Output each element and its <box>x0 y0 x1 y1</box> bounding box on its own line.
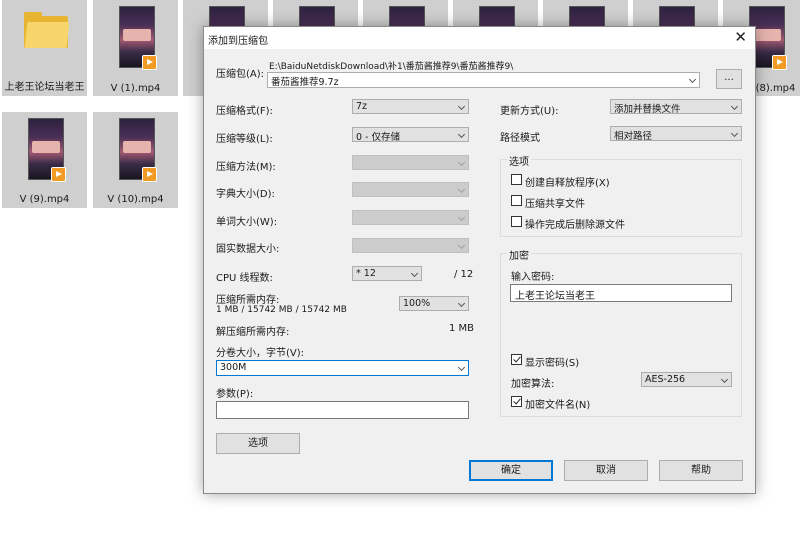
shared-checkbox[interactable] <box>511 195 522 206</box>
video-tile-1[interactable]: V (1).mp4 <box>93 0 178 96</box>
method-label: 压缩方法(M): <box>216 162 276 173</box>
level-value: 0 - 仅存储 <box>356 132 401 143</box>
options-group-title: 选项 <box>507 153 531 168</box>
split-label: 分卷大小，字节(V): <box>216 348 305 359</box>
format-value: 7z <box>356 101 368 112</box>
chevron-down-icon <box>457 299 466 308</box>
params-label: 参数(P): <box>216 389 254 400</box>
password-value: 上老王论坛当老王 <box>515 291 595 302</box>
video-label: V (9).mp4 <box>19 194 70 205</box>
play-icon <box>142 167 157 182</box>
format-select[interactable]: 7z <box>352 99 469 114</box>
encrypt-names-label: 加密文件名(N) <box>525 400 591 411</box>
help-button[interactable]: 帮助 <box>659 460 743 481</box>
play-icon <box>51 167 66 182</box>
delete-checkbox[interactable] <box>511 216 522 227</box>
dict-label: 字典大小(D): <box>216 189 275 200</box>
encrypt-names-checkbox[interactable] <box>511 396 522 407</box>
chevron-down-icon <box>730 102 739 111</box>
chevron-down-icon <box>730 129 739 138</box>
level-label: 压缩等级(L): <box>216 134 273 145</box>
password-label: 输入密码: <box>511 272 555 283</box>
cpu-select[interactable]: * 12 <box>352 266 422 281</box>
delete-label: 操作完成后删除源文件 <box>525 220 625 231</box>
shared-label: 压缩共享文件 <box>525 199 585 210</box>
chevron-down-icon <box>457 130 466 139</box>
archive-name-combo[interactable]: 番茄酱推荐9.7z <box>267 72 700 88</box>
ok-button[interactable]: 确定 <box>469 460 553 481</box>
show-password-checkbox[interactable] <box>511 354 522 365</box>
split-value: 300M <box>220 362 247 373</box>
archive-label: 压缩包(A): <box>216 69 265 80</box>
mem-percent-value: 100% <box>403 298 431 309</box>
mem-label: 压缩所需内存: <box>216 295 280 306</box>
video-label: V (1).mp4 <box>110 83 161 94</box>
sfx-label: 创建自释放程序(X) <box>525 178 610 189</box>
cancel-button[interactable]: 取消 <box>564 460 648 481</box>
archive-path: E:\BaiduNetdiskDownload\补1\番茄酱推荐9\番茄酱推荐9… <box>269 62 514 72</box>
add-to-archive-dialog: 添加到压缩包 ✕ 压缩包(A): E:\BaiduNetdiskDownload… <box>203 26 756 494</box>
word-label: 单词大小(W): <box>216 217 278 228</box>
pathmode-select[interactable]: 相对路径 <box>610 126 742 142</box>
cpu-label: CPU 线程数: <box>216 273 273 284</box>
chevron-down-icon <box>457 241 466 250</box>
close-icon[interactable]: ✕ <box>734 28 747 46</box>
cpu-value: * 12 <box>356 268 376 279</box>
archive-name-value: 番茄酱推荐9.7z <box>271 77 339 88</box>
chevron-down-icon <box>457 185 466 194</box>
play-icon <box>142 55 157 70</box>
enc-method-label: 加密算法: <box>511 379 555 390</box>
chevron-down-icon <box>457 213 466 222</box>
mem-detail: 1 MB / 15742 MB / 15742 MB <box>216 305 347 315</box>
password-input[interactable]: 上老王论坛当老王 <box>510 284 732 302</box>
chevron-down-icon <box>720 375 729 384</box>
solid-label: 固实数据大小: <box>216 244 280 255</box>
mem-percent-select[interactable]: 100% <box>399 296 469 311</box>
video-label: V (10).mp4 <box>107 194 164 205</box>
dialog-title: 添加到压缩包 <box>208 36 268 47</box>
update-value: 添加并替换文件 <box>614 104 681 115</box>
pathmode-label: 路径模式 <box>500 133 540 144</box>
enc-method-value: AES-256 <box>645 374 686 385</box>
solid-select[interactable] <box>352 238 469 253</box>
sfx-checkbox[interactable] <box>511 174 522 185</box>
enc-method-select[interactable]: AES-256 <box>641 372 732 387</box>
chevron-down-icon <box>457 363 466 372</box>
split-combo[interactable]: 300M <box>216 360 469 376</box>
level-select[interactable]: 0 - 仅存储 <box>352 127 469 143</box>
show-password-label: 显示密码(S) <box>525 358 580 369</box>
format-label: 压缩格式(F): <box>216 106 273 117</box>
dmem-label: 解压缩所需内存: <box>216 327 290 338</box>
method-select[interactable] <box>352 155 469 170</box>
browse-button[interactable]: ... <box>716 69 742 89</box>
chevron-down-icon <box>457 158 466 167</box>
dict-select[interactable] <box>352 182 469 197</box>
play-icon <box>772 55 787 70</box>
pathmode-value: 相对路径 <box>614 131 653 142</box>
encryption-group-title: 加密 <box>507 247 531 262</box>
folder-tile[interactable]: 上老王论坛当老王 <box>2 0 87 96</box>
chevron-down-icon <box>688 75 697 84</box>
folder-icon <box>24 12 70 48</box>
update-select[interactable]: 添加并替换文件 <box>610 99 742 115</box>
cpu-total: / 12 <box>454 269 474 280</box>
update-label: 更新方式(U): <box>500 106 559 117</box>
params-input[interactable] <box>216 401 469 419</box>
folder-label: 上老王论坛当老王 <box>4 82 85 93</box>
chevron-down-icon <box>457 102 466 111</box>
dmem-value: 1 MB <box>449 323 475 334</box>
video-tile-9[interactable]: V (9).mp4 <box>2 112 87 208</box>
title-bar: 添加到压缩包 ✕ <box>204 27 755 49</box>
options-button[interactable]: 选项 <box>216 433 300 454</box>
video-tile-10[interactable]: V (10).mp4 <box>93 112 178 208</box>
word-select[interactable] <box>352 210 469 225</box>
chevron-down-icon <box>410 269 419 278</box>
